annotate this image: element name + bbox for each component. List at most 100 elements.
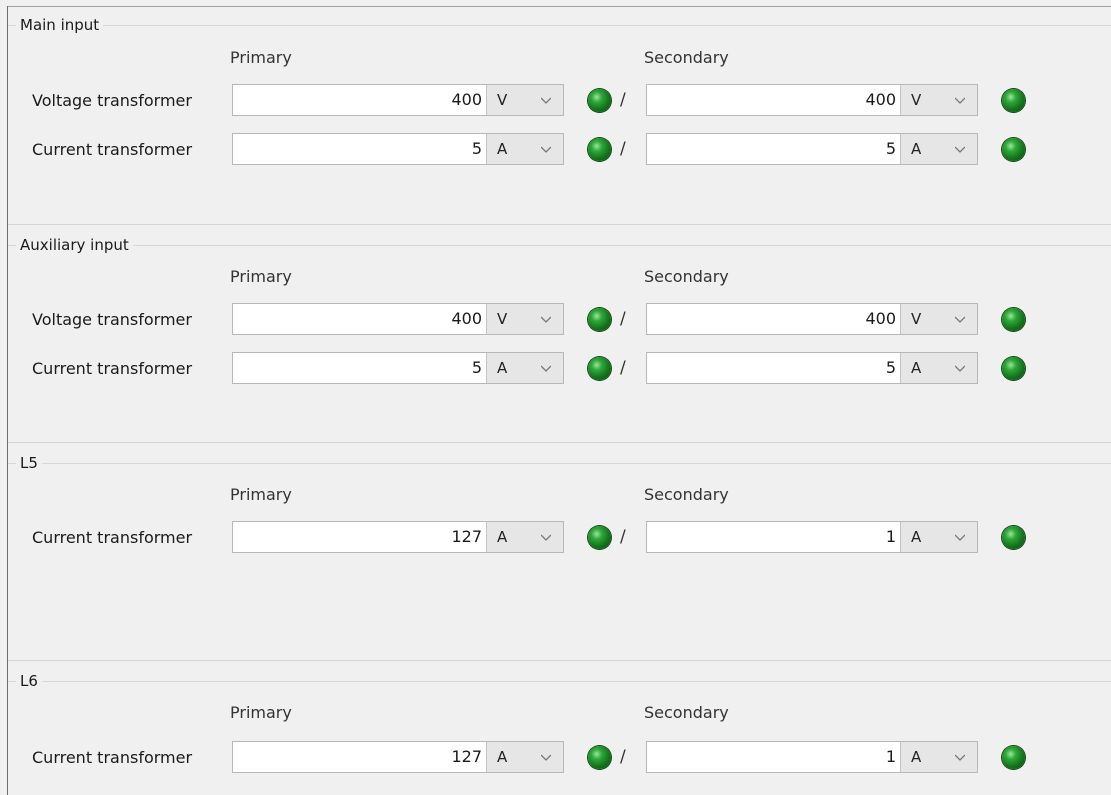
secondary-current-unit-select[interactable]: A [900,742,977,772]
chevron-down-icon [541,534,551,541]
group-header: Main input [8,12,1111,38]
secondary-current-input[interactable]: 1 [647,742,900,772]
unit-label: V [497,310,508,328]
secondary-current-field[interactable]: 5 A [646,352,978,384]
group-title: L6 [16,668,42,694]
group-l6: L6 Primary Secondary Current transformer… [8,668,1111,795]
ratio-slash: / [620,90,626,110]
chevron-down-icon [541,97,551,104]
ratio-slash: / [620,358,626,378]
chevron-down-icon [541,365,551,372]
ratio-slash: / [620,139,626,159]
row-label-current-transformer: Current transformer [32,359,193,378]
secondary-current-unit-select[interactable]: A [900,353,977,383]
primary-column-label: Primary [230,48,292,67]
unit-label: A [497,140,508,158]
chevron-down-icon [541,146,551,153]
unit-label: A [497,748,508,766]
secondary-voltage-input[interactable]: 400 [647,85,900,115]
group-header-rule [8,25,1111,26]
primary-column-label: Primary [230,485,292,504]
status-led-icon [1002,746,1025,769]
status-led-icon [588,138,611,161]
primary-voltage-unit-select[interactable]: V [486,85,563,115]
status-led-icon [588,308,611,331]
chevron-down-icon [955,754,965,761]
chevron-down-icon [955,316,965,323]
chevron-down-icon [955,97,965,104]
secondary-column-label: Secondary [644,485,729,504]
primary-voltage-input[interactable]: 400 [233,85,486,115]
primary-current-unit-select[interactable]: A [486,742,563,772]
primary-current-field[interactable]: 127 A [232,741,564,773]
group-l5: L5 Primary Secondary Current transformer… [8,450,1111,660]
primary-current-unit-select[interactable]: A [486,522,563,552]
status-led-icon [588,746,611,769]
primary-voltage-field[interactable]: 400 V [232,303,564,335]
status-led-icon [588,89,611,112]
status-led-icon [1002,357,1025,380]
group-header: L5 [8,450,1111,476]
ratio-slash: / [620,747,626,767]
primary-current-input[interactable]: 127 [233,742,486,772]
status-led-icon [1002,89,1025,112]
secondary-column-label: Secondary [644,267,729,286]
unit-label: A [911,748,922,766]
group-main-input: Main input Primary Secondary Voltage tra… [8,12,1111,224]
secondary-voltage-unit-select[interactable]: V [900,304,977,334]
chevron-down-icon [955,534,965,541]
primary-current-field[interactable]: 5 A [232,133,564,165]
primary-voltage-unit-select[interactable]: V [486,304,563,334]
primary-voltage-field[interactable]: 400 V [232,84,564,116]
row-label-current-transformer: Current transformer [32,140,193,159]
row-label-current-transformer: Current transformer [32,528,193,547]
row-label-voltage-transformer: Voltage transformer [32,310,192,329]
secondary-voltage-unit-select[interactable]: V [900,85,977,115]
group-title: Auxiliary input [16,232,133,258]
secondary-voltage-field[interactable]: 400 V [646,303,978,335]
secondary-current-input[interactable]: 5 [647,353,900,383]
section-divider [8,442,1111,443]
group-header-rule [8,245,1111,246]
unit-label: V [911,310,922,328]
primary-current-unit-select[interactable]: A [486,353,563,383]
status-led-icon [588,357,611,380]
group-header-rule [8,681,1111,682]
ratio-slash: / [620,527,626,547]
ratio-slash: / [620,309,626,329]
chevron-down-icon [955,146,965,153]
secondary-current-field[interactable]: 5 A [646,133,978,165]
unit-label: A [497,359,508,377]
row-label-current-transformer: Current transformer [32,748,193,767]
secondary-voltage-input[interactable]: 400 [647,304,900,334]
secondary-current-unit-select[interactable]: A [900,522,977,552]
secondary-voltage-field[interactable]: 400 V [646,84,978,116]
secondary-current-unit-select[interactable]: A [900,134,977,164]
unit-label: A [911,140,922,158]
section-divider [8,660,1111,661]
primary-column-label: Primary [230,703,292,722]
primary-current-input[interactable]: 127 [233,522,486,552]
primary-voltage-input[interactable]: 400 [233,304,486,334]
group-auxiliary-input: Auxiliary input Primary Secondary Voltag… [8,232,1111,442]
primary-current-input[interactable]: 5 [233,353,486,383]
section-divider [8,224,1111,225]
row-label-voltage-transformer: Voltage transformer [32,91,192,110]
primary-column-label: Primary [230,267,292,286]
secondary-current-input[interactable]: 1 [647,522,900,552]
status-led-icon [1002,138,1025,161]
group-title: L5 [16,450,42,476]
group-header-rule [8,463,1111,464]
chevron-down-icon [955,365,965,372]
status-led-icon [588,526,611,549]
status-led-icon [1002,308,1025,331]
primary-current-field[interactable]: 127 A [232,521,564,553]
primary-current-input[interactable]: 5 [233,134,486,164]
secondary-current-input[interactable]: 5 [647,134,900,164]
primary-current-field[interactable]: 5 A [232,352,564,384]
unit-label: A [911,528,922,546]
status-led-icon [1002,526,1025,549]
secondary-current-field[interactable]: 1 A [646,521,978,553]
primary-current-unit-select[interactable]: A [486,134,563,164]
secondary-current-field[interactable]: 1 A [646,741,978,773]
